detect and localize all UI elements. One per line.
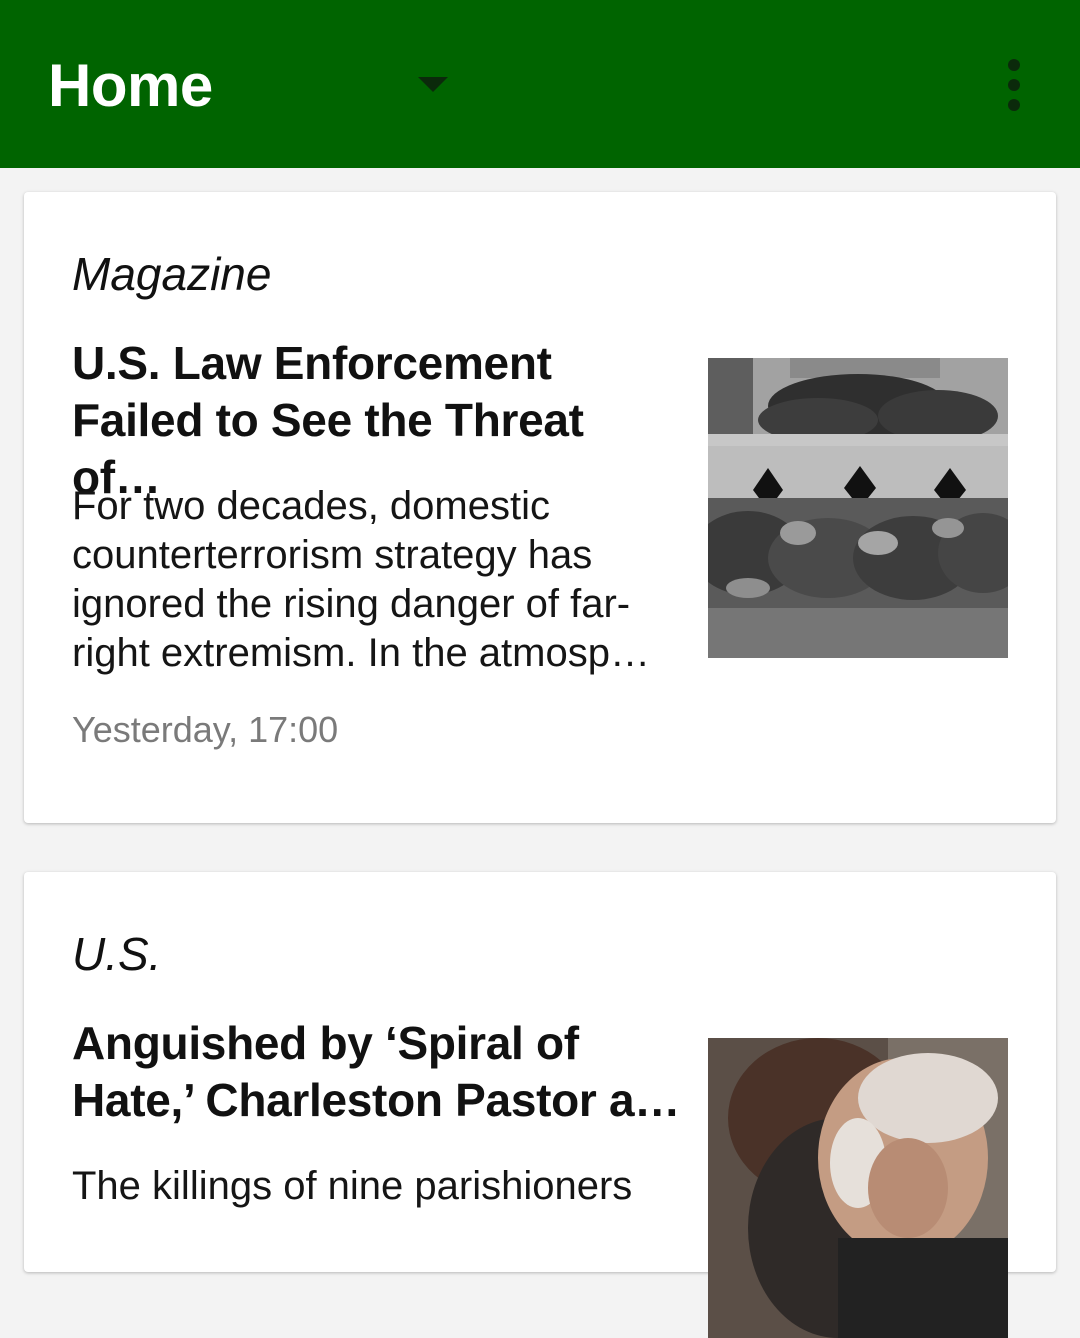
page-title: Home: [48, 52, 213, 119]
more-vert-icon-dot: [1008, 99, 1020, 111]
more-options-button[interactable]: [990, 50, 1038, 120]
headline-line: Anguished by ‘Spiral of: [72, 1017, 579, 1069]
summary-line: right extremism. In the atmosp…: [72, 631, 650, 675]
article-thumbnail-memorial-photo[interactable]: [708, 358, 1008, 658]
memorial-flowers-photo: [708, 358, 1008, 658]
article-summary: For two decades, domestic counterterrori…: [72, 482, 682, 678]
summary-line: ignored the rising danger of far-: [72, 582, 631, 626]
article-section-label: U.S.: [72, 928, 162, 980]
summary-line: counterterrorism strategy has: [72, 533, 593, 577]
article-card[interactable]: U.S. Anguished by ‘Spiral of Hate,’ Char…: [24, 872, 1056, 1338]
article-summary: The killings of nine parishioners: [72, 1162, 682, 1211]
arrow-drop-down-icon: [418, 77, 448, 92]
summary-line: For two decades, domestic: [72, 484, 550, 528]
article-timestamp: Yesterday, 17:00: [72, 709, 339, 750]
headline-line: Hate,’ Charleston Pastor a…: [72, 1074, 680, 1126]
embrace-photo: [708, 1038, 1008, 1338]
more-vert-icon-dot: [1008, 79, 1020, 91]
section-dropdown-button[interactable]: [402, 60, 462, 110]
more-vert-icon: [1008, 59, 1020, 71]
headline-line: U.S. Law Enforcement: [72, 337, 552, 389]
summary-line: The killings of nine parishioners: [72, 1164, 633, 1208]
article-card[interactable]: Magazine U.S. Law Enforcement Failed to …: [24, 192, 1056, 823]
article-thumbnail-embrace-photo[interactable]: [708, 1038, 1008, 1338]
article-section-label: Magazine: [72, 248, 272, 300]
app-bar: Home: [0, 0, 1080, 168]
article-headline[interactable]: U.S. Law Enforcement Failed to See the T…: [72, 335, 682, 506]
article-headline[interactable]: Anguished by ‘Spiral of Hate,’ Charlesto…: [72, 1015, 682, 1129]
